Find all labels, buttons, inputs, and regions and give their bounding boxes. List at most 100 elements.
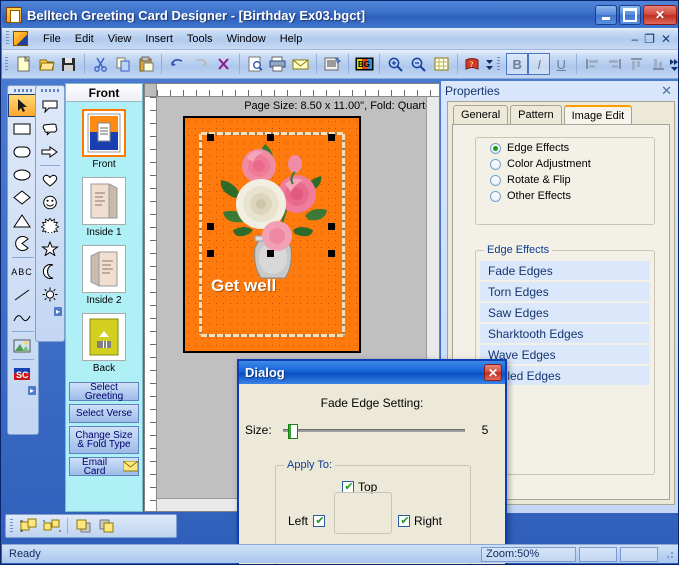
effect-fade-edges[interactable]: Fade Edges: [480, 261, 650, 280]
properties-close-icon[interactable]: ✕: [661, 83, 675, 99]
selection-handle[interactable]: [328, 134, 335, 141]
selection-handle[interactable]: [207, 223, 214, 230]
maximize-button[interactable]: [619, 5, 641, 25]
mdi-minimize-button[interactable]: –: [631, 32, 638, 46]
print-preview-icon[interactable]: [244, 53, 267, 76]
line-tool[interactable]: [8, 283, 36, 306]
background-icon[interactable]: BG: [353, 53, 376, 76]
save-icon[interactable]: [57, 53, 80, 76]
radio-indicator[interactable]: [490, 158, 501, 170]
palette-overflow-button[interactable]: [36, 306, 64, 317]
diamond-tool[interactable]: [8, 186, 36, 209]
card-page-front[interactable]: Get well: [183, 116, 361, 353]
moon-tool[interactable]: [36, 260, 64, 283]
selection-handle[interactable]: [207, 250, 214, 257]
arrange-toolbar-grip[interactable]: [10, 518, 13, 534]
rose-bouquet-image[interactable]: [209, 136, 337, 286]
menu-window[interactable]: Window: [220, 31, 273, 47]
underline-button[interactable]: U: [550, 53, 572, 75]
tab-general[interactable]: General: [453, 105, 509, 124]
radio-rotate-flip[interactable]: Rotate & Flip: [490, 174, 654, 186]
zoom-in-icon[interactable]: [384, 53, 407, 76]
paste-icon[interactable]: [135, 53, 158, 76]
thumbnail-image[interactable]: [82, 109, 126, 157]
card-greeting-text[interactable]: Get well: [211, 276, 276, 296]
menu-edit[interactable]: Edit: [68, 31, 101, 47]
slider-thumb[interactable]: [288, 424, 298, 439]
properties-icon[interactable]: [321, 53, 344, 76]
resize-grip[interactable]: [662, 547, 676, 561]
page-thumbnail-inside1[interactable]: Inside 1: [66, 177, 142, 238]
radio-indicator[interactable]: [490, 174, 501, 186]
print-icon[interactable]: [266, 53, 289, 76]
group-objects-icon[interactable]: [17, 515, 40, 538]
menu-tools[interactable]: Tools: [180, 31, 220, 47]
pie-shape-tool[interactable]: [8, 232, 36, 255]
help-book-icon[interactable]: ?: [462, 53, 485, 76]
checkbox-left[interactable]: Left: [288, 514, 329, 528]
palette-overflow-button[interactable]: [8, 385, 38, 396]
minimize-button[interactable]: [595, 5, 617, 25]
align-bottom-icon[interactable]: [647, 53, 669, 75]
format-toolbar-overflow-button[interactable]: [669, 53, 678, 76]
align-right-icon[interactable]: [603, 53, 625, 75]
align-top-icon[interactable]: [625, 53, 647, 75]
selection-handle[interactable]: [207, 134, 214, 141]
page-thumbnail-back[interactable]: Back: [66, 313, 142, 374]
send-to-back-icon[interactable]: [95, 515, 118, 538]
explosion-tool[interactable]: [36, 214, 64, 237]
mdi-restore-button[interactable]: ❐: [644, 32, 655, 46]
selection-handle[interactable]: [328, 223, 335, 230]
selection-handle[interactable]: [328, 250, 335, 257]
menu-view[interactable]: View: [101, 31, 139, 47]
delete-icon[interactable]: [212, 53, 235, 76]
italic-button[interactable]: I: [528, 53, 551, 75]
rectangle-tool[interactable]: [8, 117, 36, 140]
star-tool[interactable]: [36, 237, 64, 260]
text-abc-tool[interactable]: ABC: [8, 260, 36, 283]
heart-tool[interactable]: [36, 168, 64, 191]
menu-help[interactable]: Help: [273, 31, 310, 47]
bring-to-front-icon[interactable]: [72, 515, 95, 538]
size-slider[interactable]: [281, 422, 471, 439]
page-thumbnail-front[interactable]: Front: [66, 109, 142, 170]
undo-icon[interactable]: [166, 53, 189, 76]
grid-icon[interactable]: [430, 53, 453, 76]
thumbnail-image[interactable]: [82, 177, 126, 225]
palette-grip[interactable]: [36, 86, 64, 94]
cut-icon[interactable]: [89, 53, 112, 76]
thumbnail-image[interactable]: [82, 313, 126, 361]
menu-grip[interactable]: [6, 31, 9, 46]
select-verse-button[interactable]: Select Verse: [69, 404, 139, 423]
dialog-close-button[interactable]: ✕: [484, 364, 502, 381]
sun-tool[interactable]: [36, 283, 64, 306]
mdi-close-button[interactable]: ✕: [661, 32, 671, 46]
close-button[interactable]: ✕: [643, 5, 677, 25]
redo-icon[interactable]: [189, 53, 212, 76]
page-thumbnail-inside2[interactable]: Inside 2: [66, 245, 142, 306]
effect-torn-edges[interactable]: Torn Edges: [480, 282, 650, 301]
menu-insert[interactable]: Insert: [138, 31, 180, 47]
ellipse-tool[interactable]: [8, 163, 36, 186]
select-arrow-tool[interactable]: [8, 94, 36, 117]
email-icon[interactable]: [289, 53, 312, 76]
radio-color-adjustment[interactable]: Color Adjustment: [490, 158, 654, 170]
bold-button[interactable]: B: [506, 53, 529, 75]
smiley-tool[interactable]: [36, 191, 64, 214]
open-icon[interactable]: [35, 53, 58, 76]
palette-grip[interactable]: [8, 86, 38, 94]
change-size-fold-button[interactable]: Change Size & Fold Type: [69, 426, 139, 454]
callout-oval-tool[interactable]: [36, 94, 64, 117]
effect-sharktooth-edges[interactable]: Sharktooth Edges: [480, 324, 650, 343]
triangle-tool[interactable]: [8, 209, 36, 232]
tab-pattern[interactable]: Pattern: [510, 105, 562, 124]
picture-tool[interactable]: [8, 334, 36, 357]
toolbar-overflow-button[interactable]: [484, 53, 494, 76]
selection-handle[interactable]: [267, 134, 274, 141]
align-left-icon[interactable]: [581, 53, 603, 75]
radio-edge-effects[interactable]: Edge Effects: [490, 142, 654, 154]
checkbox-indicator[interactable]: [313, 514, 326, 528]
radio-indicator[interactable]: [490, 190, 501, 202]
status-zoom[interactable]: Zoom:50%: [481, 546, 576, 562]
block-arrow-tool[interactable]: [36, 140, 64, 163]
